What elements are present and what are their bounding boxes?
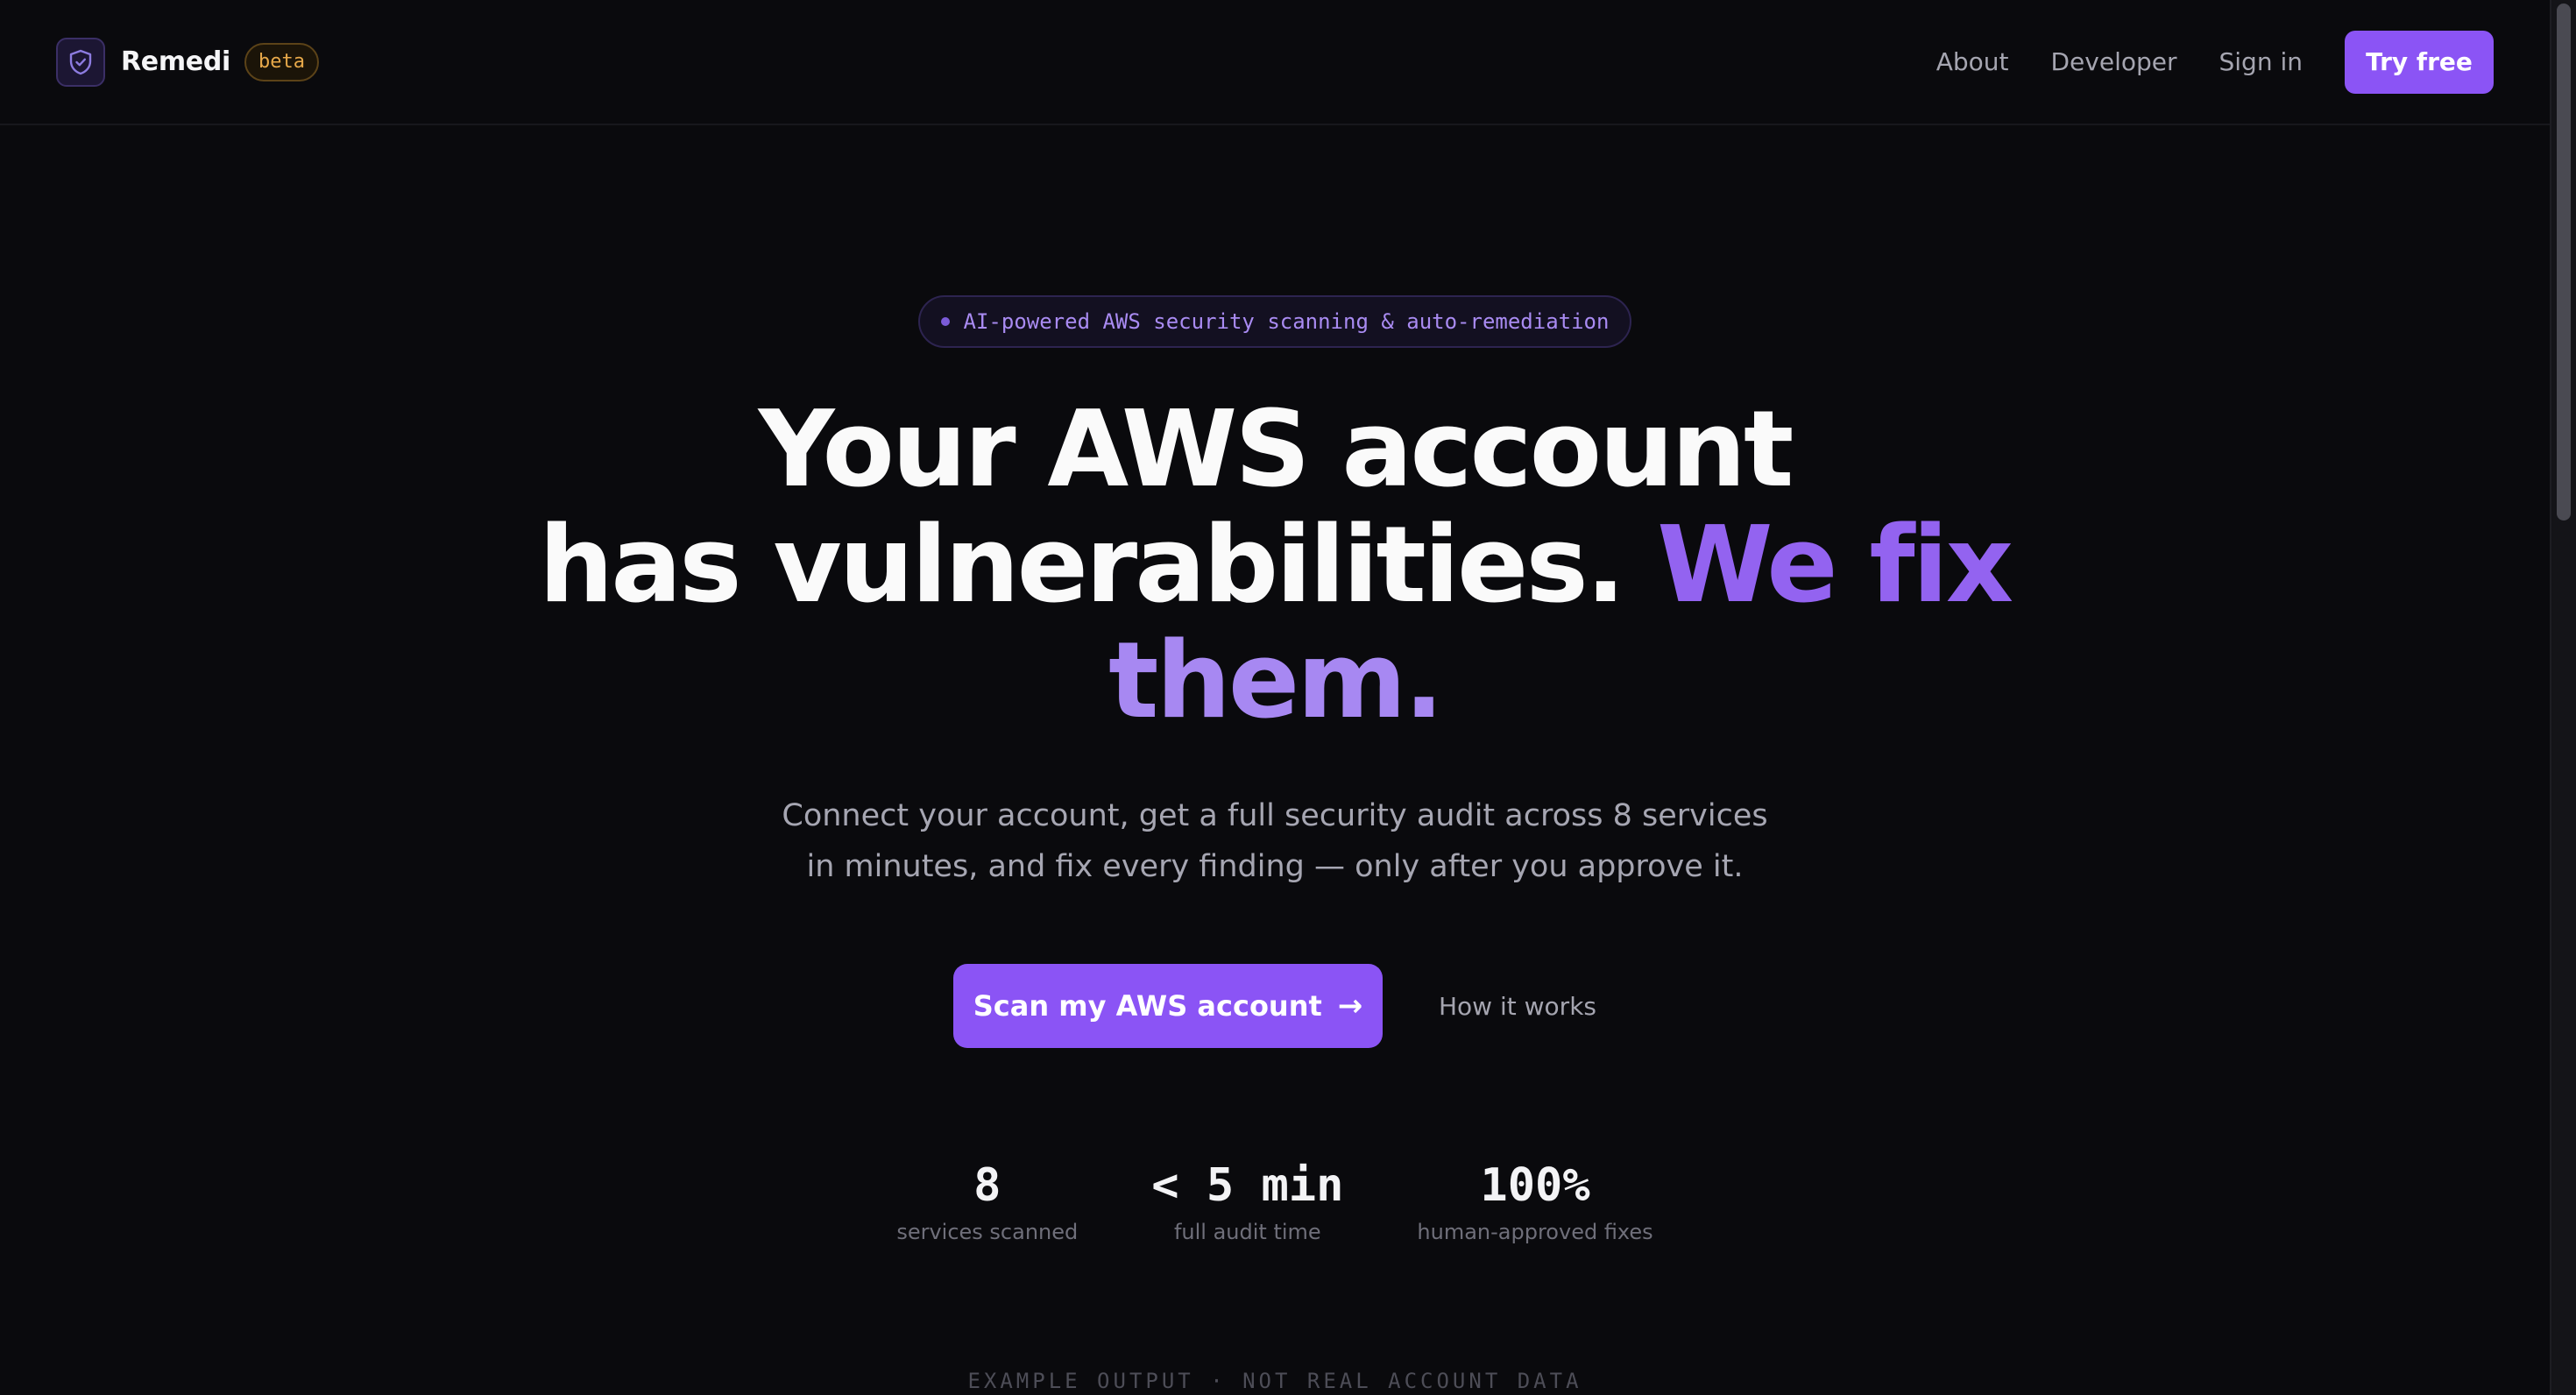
stat-item: 8 services scanned bbox=[896, 1157, 1078, 1244]
top-nav: Remedi beta About Developer Sign in Try … bbox=[0, 0, 2550, 125]
stats-row: 8 services scanned < 5 min full audit ti… bbox=[0, 1157, 2550, 1244]
try-free-button[interactable]: Try free bbox=[2345, 30, 2494, 94]
stat-label: full audit time bbox=[1173, 1220, 1321, 1244]
subtitle-line-2: in minutes, and fix every finding — only… bbox=[806, 849, 1744, 884]
stat-value: 8 bbox=[973, 1159, 1001, 1212]
how-it-works-link[interactable]: How it works bbox=[1439, 992, 1596, 1021]
brand-name: Remedi bbox=[121, 46, 231, 77]
page: Remedi beta About Developer Sign in Try … bbox=[0, 0, 2576, 1395]
nav-link-developer[interactable]: Developer bbox=[2050, 47, 2176, 76]
stat-value: < 5 min bbox=[1151, 1159, 1344, 1212]
headline-accent-1: We fix bbox=[1657, 505, 2013, 627]
stat-item: 100% human-approved fixes bbox=[1417, 1157, 1652, 1244]
shield-logo-icon bbox=[56, 37, 105, 87]
beta-badge: beta bbox=[244, 42, 319, 81]
cta-row: Scan my AWS account → How it works bbox=[0, 964, 2550, 1048]
headline-line-2: has vulnerabilities. bbox=[538, 505, 1626, 627]
stat-value: 100% bbox=[1480, 1159, 1590, 1212]
scrollbar[interactable] bbox=[2550, 0, 2576, 1395]
brand[interactable]: Remedi beta bbox=[56, 37, 319, 87]
stat-label: human-approved fixes bbox=[1417, 1220, 1653, 1244]
subtitle-line-1: Connect your account, get a full securit… bbox=[782, 798, 1768, 833]
dot-icon bbox=[940, 317, 950, 326]
nav-links: About Developer Sign in Try free bbox=[1936, 30, 2494, 94]
stat-item: < 5 min full audit time bbox=[1151, 1157, 1343, 1244]
scan-aws-account-button[interactable]: Scan my AWS account → bbox=[953, 964, 1383, 1048]
headline-accent-2: them. bbox=[1108, 620, 1444, 742]
headline-line-1: Your AWS account bbox=[758, 389, 1794, 511]
hero-subtitle: Connect your account, get a full securit… bbox=[0, 790, 2550, 892]
nav-link-sign-in[interactable]: Sign in bbox=[2219, 47, 2304, 76]
scrollbar-thumb[interactable] bbox=[2557, 4, 2571, 520]
arrow-right-icon: → bbox=[1337, 988, 1363, 1023]
tagline-pill: AI-powered AWS security scanning & auto-… bbox=[918, 295, 1631, 348]
example-output-note: EXAMPLE OUTPUT · NOT REAL ACCOUNT DATA bbox=[967, 1369, 1582, 1393]
hero-headline: Your AWS account has vulnerabilities. We… bbox=[0, 393, 2550, 740]
tagline-text: AI-powered AWS security scanning & auto-… bbox=[963, 309, 1610, 334]
stat-label: services scanned bbox=[896, 1220, 1079, 1244]
nav-link-about[interactable]: About bbox=[1936, 47, 2009, 76]
scan-button-label: Scan my AWS account bbox=[973, 989, 1322, 1023]
